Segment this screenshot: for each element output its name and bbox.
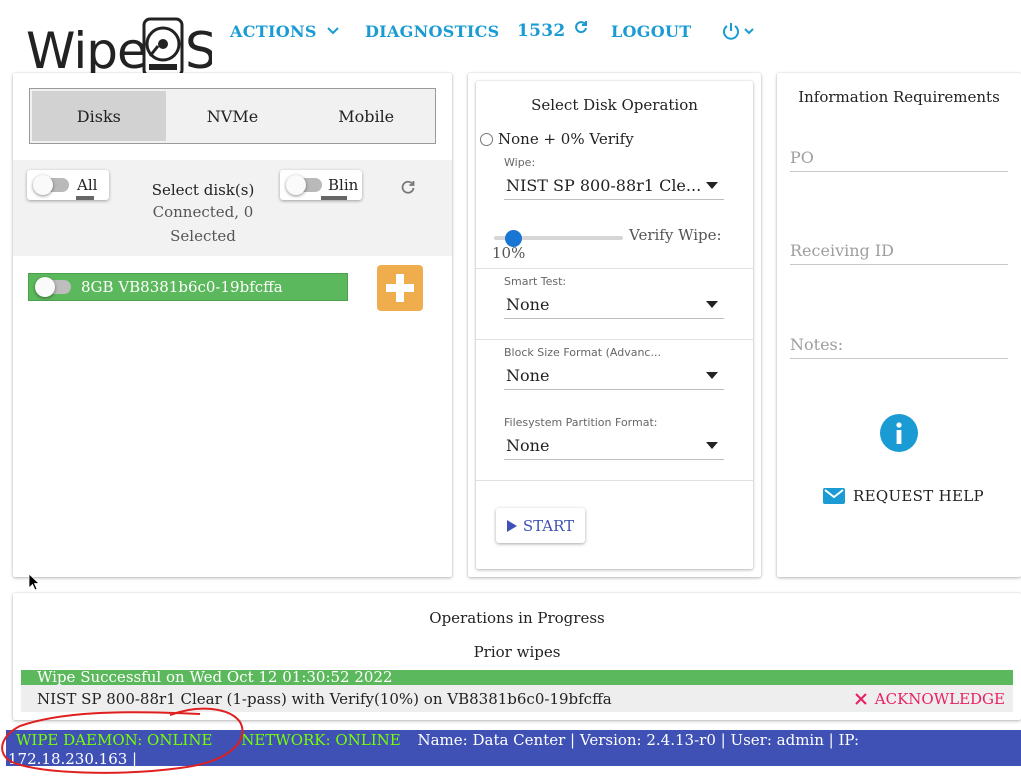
nav-actions-label: ACTIONS [230, 21, 317, 41]
select-title: Select disk(s) [151, 181, 255, 199]
po-field[interactable]: PO [790, 146, 1008, 172]
play-icon [506, 519, 517, 532]
refresh-icon [401, 180, 415, 194]
receiving-id-placeholder: Receiving ID [790, 241, 894, 260]
blink-label: Blin [328, 176, 359, 194]
filesystem-label: Filesystem Partition Format: [504, 416, 658, 429]
info-title: Information Requirements [798, 88, 1000, 106]
operation-title: Select Disk Operation [531, 96, 698, 114]
nav-logout[interactable]: LOGOUT [611, 20, 691, 42]
envelope-icon [823, 488, 845, 504]
power-menu[interactable] [714, 20, 754, 42]
svg-text:S: S [185, 22, 212, 78]
svg-text:Wipe: Wipe [26, 22, 147, 78]
disk-selection-summary: Select disk(s) Connected, 0 Selected [128, 179, 278, 247]
caret-down-icon [706, 301, 718, 308]
po-placeholder: PO [790, 148, 814, 167]
start-button[interactable]: START [496, 508, 585, 543]
notes-field[interactable]: Notes: [790, 333, 1008, 359]
refresh-disks-button[interactable] [400, 179, 416, 199]
smart-test-label: Smart Test: [504, 275, 567, 288]
block-size-select[interactable]: None [504, 362, 724, 390]
none-verify-label: None + 0% Verify [498, 130, 634, 148]
network-status: NETWORK: ONLINE [241, 731, 401, 749]
disk-select-switch[interactable] [35, 277, 71, 297]
receiving-id-field[interactable]: Receiving ID [790, 239, 1008, 265]
request-help-label: REQUEST HELP [853, 487, 984, 505]
wipe-label: Wipe: [504, 156, 536, 169]
caret-down-icon [706, 182, 718, 189]
prior-wipe-status: Wipe Successful on Wed Oct 12 01:30:52 2… [21, 670, 1013, 685]
none-verify-option[interactable]: None + 0% Verify [480, 130, 634, 148]
disk-type-tabs: Disks NVMe Mobile [29, 88, 436, 144]
chevron-down-icon [327, 27, 339, 35]
smart-test-value: None [506, 295, 550, 314]
refresh-icon [574, 21, 587, 34]
disks-panel [13, 73, 452, 577]
prior-wipes-title: Prior wipes [473, 643, 561, 661]
caret-down-icon [706, 372, 718, 379]
select-all-label: All [77, 176, 98, 194]
operations-title: Operations in Progress [429, 609, 605, 627]
select-all-toggle[interactable]: All [27, 170, 109, 200]
wipe-select[interactable]: NIST SP 800-88r1 Cle... [504, 172, 724, 200]
acknowledge-button[interactable]: ACKNOWLEDGE [855, 690, 1005, 708]
filesystem-select[interactable]: None [504, 432, 724, 460]
nav-diagnostics[interactable]: DIAGNOSTICS [365, 20, 500, 42]
selected-count: Selected [170, 227, 236, 245]
filesystem-value: None [506, 436, 550, 455]
logo-graphic: Wipe S [26, 17, 217, 80]
caret-down-icon [706, 442, 718, 449]
smart-test-select[interactable]: None [504, 291, 724, 319]
tab-disks[interactable]: Disks [32, 91, 166, 141]
disk-item[interactable]: 8GB VB8381b6c0-19bfcffa [28, 273, 348, 301]
acknowledge-label: ACKNOWLEDGE [874, 689, 1005, 708]
system-info: Name: Data Center | Version: 2.4.13-r0 |… [417, 731, 860, 749]
none-verify-radio[interactable] [480, 132, 493, 146]
close-icon [855, 692, 867, 705]
chevron-down-icon [744, 27, 754, 34]
blink-switch[interactable] [286, 175, 322, 195]
request-help-button[interactable]: REQUEST HELP [823, 487, 984, 505]
power-icon [723, 23, 739, 40]
mouse-cursor-icon [28, 573, 40, 591]
notes-placeholder: Notes: [790, 335, 844, 354]
disk-label: 8GB VB8381b6c0-19bfcffa [81, 278, 283, 296]
add-disk-button[interactable] [377, 265, 423, 311]
verify-wipe-label: Verify Wipe: [629, 226, 722, 244]
count-value: 1532 [517, 21, 566, 41]
connected-count: Connected, 0 [152, 203, 254, 221]
operation-panel [476, 81, 753, 569]
tab-nvme[interactable]: NVMe [166, 91, 300, 141]
nav-count[interactable]: 1532 [517, 20, 588, 42]
block-size-label: Block Size Format (Advanc... [504, 346, 661, 359]
select-all-switch[interactable] [33, 175, 69, 195]
divider [476, 268, 753, 269]
divider [476, 339, 753, 340]
nav-actions[interactable]: ACTIONS [230, 20, 339, 42]
blink-toggle[interactable]: Blin [280, 170, 362, 200]
annotation-circle [1, 707, 244, 774]
wipeos-logo: Wipe S [26, 16, 217, 80]
start-label: START [522, 516, 575, 535]
verify-wipe-value: 10% [492, 244, 526, 262]
block-size-value: None [506, 366, 550, 385]
wipe-value: NIST SP 800-88r1 Cle... [506, 176, 702, 195]
info-icon[interactable] [880, 414, 918, 452]
divider [476, 480, 753, 481]
tab-mobile[interactable]: Mobile [299, 91, 433, 141]
plus-icon [386, 274, 414, 302]
